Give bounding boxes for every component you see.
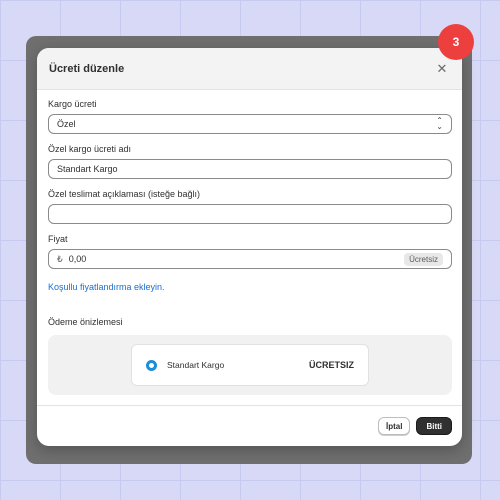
add-conditional-pricing-link[interactable]: Koşullu fiyatlandırma ekleyin. — [48, 282, 165, 292]
radio-selected-icon[interactable] — [146, 359, 157, 371]
modal-body: Kargo ücreti Özel ⌃ ⌄ Özel kargo ücreti a… — [37, 90, 462, 395]
currency-symbol: ₺ — [57, 253, 63, 264]
close-button[interactable]: ✕ — [434, 61, 450, 77]
shipping-option-name: Standart Kargo — [167, 360, 225, 370]
price-input[interactable]: ₺ 0,00 Ücretsiz — [48, 249, 452, 269]
custom-delivery-description-field: Özel teslimat açıklaması (isteğe bağlı) — [48, 189, 452, 224]
step-number-badge: 3 — [438, 24, 474, 60]
shipping-option-price: ÜCRETSIZ — [309, 360, 354, 370]
custom-rate-name-value: Standart Kargo — [57, 164, 118, 174]
cancel-button[interactable]: İptal — [377, 417, 411, 435]
shipping-option-card: Standart Kargo ÜCRETSIZ — [131, 344, 369, 386]
custom-delivery-description-input[interactable] — [48, 204, 452, 224]
done-button[interactable]: Bitti — [416, 417, 452, 435]
edit-rate-modal: Ücreti düzenle ✕ Kargo ücreti Özel ⌃ ⌄ Öz… — [37, 48, 462, 446]
shipping-rate-value: Özel — [57, 119, 76, 129]
custom-delivery-description-label: Özel teslimat açıklaması (isteğe bağlı) — [48, 189, 201, 199]
checkout-preview-title: Ödeme önizlemesi — [48, 317, 123, 327]
modal-header: Ücreti düzenle ✕ — [37, 48, 462, 90]
shipping-rate-label: Kargo ücreti — [48, 99, 97, 109]
price-value: 0,00 — [68, 254, 87, 264]
price-field: Fiyat ₺ 0,00 Ücretsiz — [48, 234, 452, 269]
shipping-rate-field: Kargo ücreti Özel ⌃ ⌄ — [48, 99, 452, 134]
custom-rate-name-label: Özel kargo ücreti adı — [48, 144, 132, 154]
modal-title: Ücreti düzenle — [49, 62, 125, 75]
close-icon: ✕ — [436, 60, 448, 76]
checkout-preview: Standart Kargo ÜCRETSIZ — [48, 335, 452, 395]
price-label: Fiyat — [48, 234, 68, 244]
shipping-rate-select[interactable]: Özel ⌃ ⌄ — [48, 114, 452, 134]
free-badge: Ücretsiz — [404, 252, 443, 266]
chevron-up-down-icon: ⌃ ⌄ — [436, 116, 443, 131]
modal-footer: İptal Bitti — [37, 405, 462, 446]
custom-rate-name-field: Özel kargo ücreti adı Standart Kargo — [48, 144, 452, 179]
custom-rate-name-input[interactable]: Standart Kargo — [48, 159, 452, 179]
